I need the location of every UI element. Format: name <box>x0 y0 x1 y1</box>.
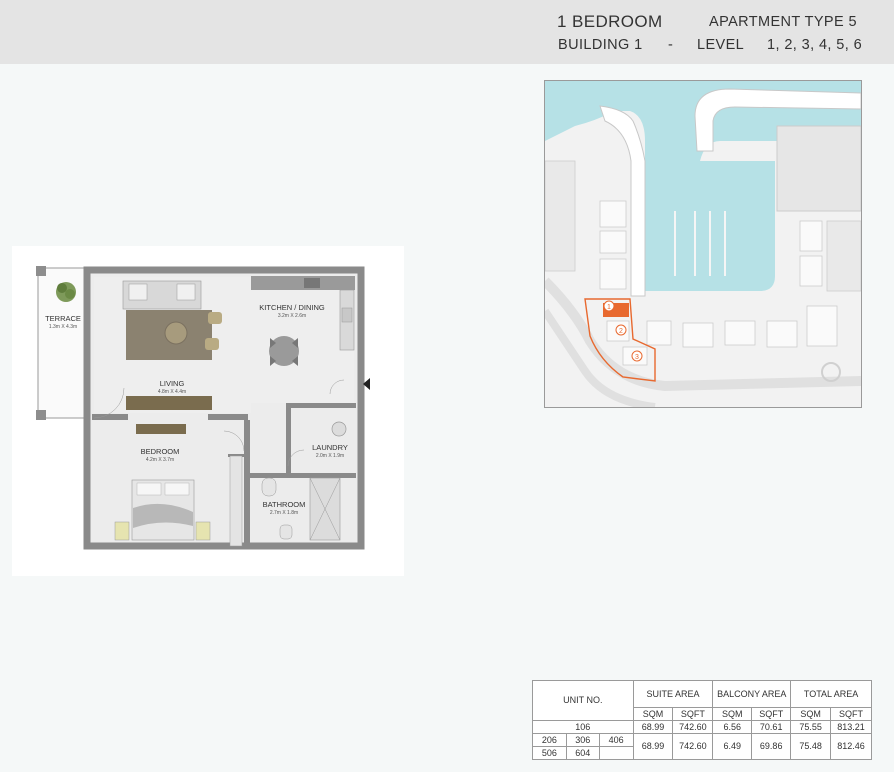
room-name-bedroom: BEDROOM <box>141 447 180 456</box>
header-balcony-area: BALCONY AREA <box>712 680 792 708</box>
total-sqft: 812.46 <box>830 733 872 760</box>
header-balcony-sqm: SQM <box>712 707 753 721</box>
floor-plan-drawing: TERRACE 1.3m X 4.3m KITCHEN / DINING 3.2… <box>36 266 370 550</box>
marker-2-label: 2 <box>619 328 623 335</box>
floor-plan: TERRACE 1.3m X 4.3m KITCHEN / DINING 3.2… <box>12 246 404 576</box>
header-suite-sqm: SQM <box>632 707 674 721</box>
unit-type-title: 1 BEDROOM <box>557 12 663 31</box>
balcony-sqm: 6.49 <box>712 733 753 760</box>
balcony-sqft: 70.61 <box>751 720 792 734</box>
apartment-type-label: APARTMENT TYPE 5 <box>709 14 857 30</box>
room-dims-bathroom: 2.7m X 1.8m <box>270 510 298 516</box>
room-dims-terrace: 1.3m X 4.3m <box>49 324 77 330</box>
unit-number: 506 <box>532 746 567 760</box>
table-row: 206 306 406 68.99 742.60 6.49 69.86 75.4… <box>532 733 872 760</box>
header-separator: - <box>668 37 674 53</box>
site-map-drawing: 1 2 3 <box>545 81 861 407</box>
unit-number: 206 <box>532 733 567 747</box>
table-row: 106 68.99 742.60 6.56 70.61 75.55 813.21 <box>532 720 872 734</box>
room-dims-bedroom: 4.2m X 3.7m <box>146 457 174 463</box>
unit-number: 406 <box>598 733 634 747</box>
suite-sqm: 68.99 <box>632 733 674 760</box>
header-balcony-sqft: SQFT <box>751 707 792 721</box>
room-name-living: LIVING <box>160 379 185 388</box>
unit-number-empty <box>598 746 634 760</box>
room-name-terrace: TERRACE <box>45 314 81 323</box>
total-sqft: 813.21 <box>830 720 872 734</box>
header-total-sqm: SQM <box>790 707 832 721</box>
unit-number: 306 <box>565 733 600 747</box>
room-dims-kitchen: 3.2m X 2.6m <box>278 313 306 319</box>
room-dims-living: 4.8m X 4.4m <box>158 389 186 395</box>
balcony-sqft: 69.86 <box>751 733 792 760</box>
room-dims-laundry: 2.0m X 1.9m <box>316 453 344 459</box>
unit-number: 106 <box>532 720 634 734</box>
suite-sqm: 68.99 <box>632 720 674 734</box>
suite-sqft: 742.60 <box>672 720 714 734</box>
marker-3-label: 3 <box>635 354 639 361</box>
header-unit-no: UNIT NO. <box>532 680 634 721</box>
total-sqm: 75.55 <box>790 720 832 734</box>
header-bar: 1 BEDROOM APARTMENT TYPE 5 BUILDING 1 - … <box>0 0 894 64</box>
unit-number: 604 <box>565 746 600 760</box>
header-total-sqft: SQFT <box>830 707 872 721</box>
suite-sqft: 742.60 <box>672 733 714 760</box>
levels-value: 1, 2, 3, 4, 5, 6 <box>767 37 863 53</box>
building-label: BUILDING 1 <box>558 37 643 53</box>
site-location-map: 1 2 3 <box>544 80 862 408</box>
room-name-kitchen: KITCHEN / DINING <box>259 303 325 312</box>
header-suite-area: SUITE AREA <box>632 680 714 708</box>
level-label: LEVEL <box>697 37 745 53</box>
balcony-sqm: 6.56 <box>712 720 753 734</box>
total-sqm: 75.48 <box>790 733 832 760</box>
tv-console <box>126 396 212 410</box>
room-name-laundry: LAUNDRY <box>312 443 348 452</box>
header-total-area: TOTAL AREA <box>790 680 872 708</box>
marker-1-label: 1 <box>607 304 611 311</box>
room-name-bathroom: BATHROOM <box>263 500 306 509</box>
header-suite-sqft: SQFT <box>672 707 714 721</box>
unit-area-table: UNIT NO. SUITE AREA BALCONY AREA TOTAL A… <box>532 680 872 760</box>
